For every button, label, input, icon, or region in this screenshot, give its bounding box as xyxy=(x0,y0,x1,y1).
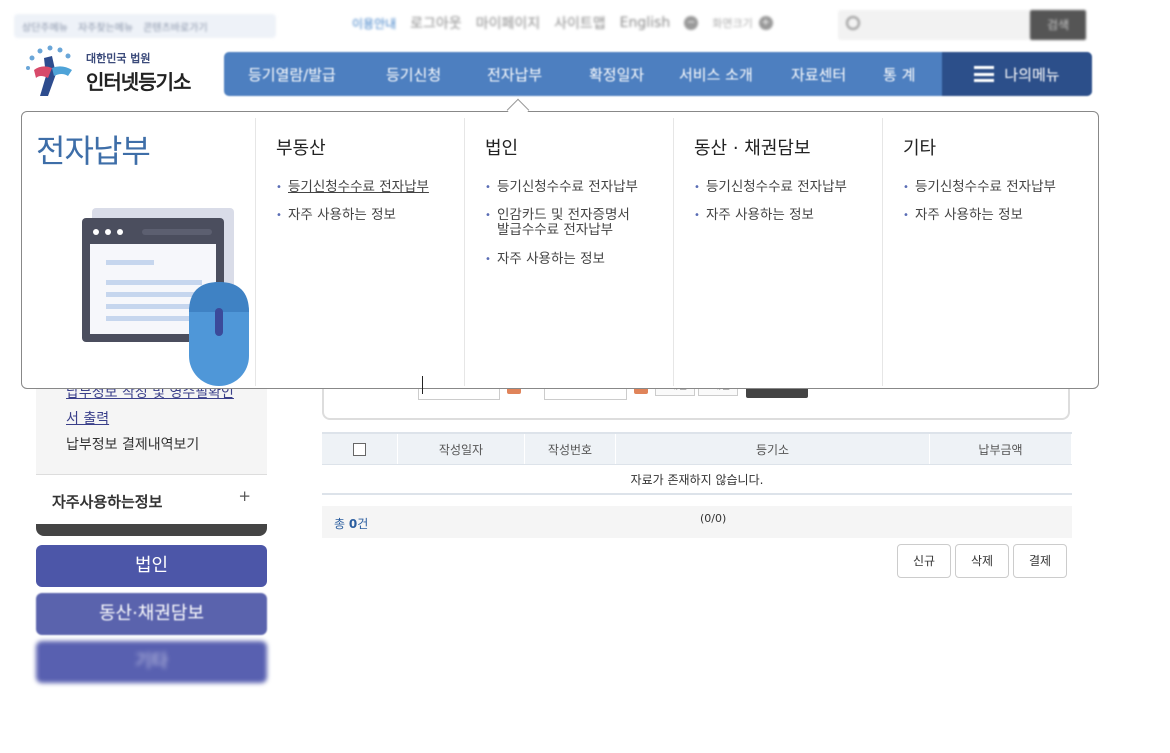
menu-item-other-fee-payment[interactable]: 등기신청수수료 전자납부 xyxy=(903,179,1056,196)
delete-button[interactable]: 삭제 xyxy=(955,544,1009,578)
zoom-label: 화면크기 xyxy=(712,17,753,30)
sidebar-link-payment-history[interactable]: 납부정보 결제내역보기 xyxy=(66,434,199,454)
menu-item-movable-faq[interactable]: 자주 사용하는 정보 xyxy=(694,207,814,224)
menu-item-corporation-fee-payment[interactable]: 등기신청수수료 전자납부 xyxy=(485,179,638,196)
text-cursor xyxy=(422,376,423,394)
skip-links: 상단주메뉴 자주찾는메뉴 콘텐츠바로가기 xyxy=(14,14,276,38)
search-button[interactable]: 검색 xyxy=(1030,10,1086,40)
util-link-logout[interactable]: 로그아웃 xyxy=(410,13,462,33)
sidebar-button-movable-property[interactable]: 동산·채권담보 xyxy=(36,593,267,635)
column-heading-real-estate: 부동산 xyxy=(276,138,326,159)
sidebar-favorites-label: 자주사용하는정보 xyxy=(52,493,163,511)
menu-item-label: 자주 사용하는 정보 xyxy=(915,207,1023,223)
menu-item-corporation-faq[interactable]: 자주 사용하는 정보 xyxy=(485,251,605,268)
nav-item-registration[interactable]: 등기신청 xyxy=(386,64,441,85)
menu-item-other-faq[interactable]: 자주 사용하는 정보 xyxy=(903,207,1023,224)
sidebar-button-other[interactable]: 기타 xyxy=(36,641,267,683)
nav-item-fixed-date[interactable]: 확정일자 xyxy=(589,64,644,85)
menu-item-label: 등기신청수수료 전자납부 xyxy=(497,179,638,195)
paging-info: (0/0) xyxy=(700,512,727,525)
menu-item-label: 자주 사용하는 정보 xyxy=(706,207,814,223)
sidebar-favorites[interactable]: 자주사용하는정보 + xyxy=(36,474,267,524)
zoom-in-icon[interactable]: + xyxy=(758,16,773,30)
skip-link-content[interactable]: 콘텐츠바로가기 xyxy=(143,19,207,34)
nav-item-view-issue[interactable]: 등기열람/발급 xyxy=(248,64,336,85)
logo-subtitle: 대한민국 법원 xyxy=(86,52,151,65)
new-button[interactable]: 신규 xyxy=(897,544,951,578)
menu-item-real-estate-faq[interactable]: 자주 사용하는 정보 xyxy=(276,207,396,224)
nav-item-e-payment[interactable]: 전자납부 xyxy=(487,64,542,85)
column-heading-movable-property: 동산 · 채권담보 xyxy=(694,138,811,159)
column-heading-corporation: 법인 xyxy=(485,138,519,159)
column-header-amount[interactable]: 납부금액 xyxy=(930,434,1072,464)
menu-item-label: 자주 사용하는 정보 xyxy=(288,207,396,223)
total-prefix: 총 xyxy=(334,517,349,531)
my-menu-label: 나의메뉴 xyxy=(1004,65,1060,84)
menu-item-real-estate-fee-payment[interactable]: 등기신청수수료 전자납부 xyxy=(276,179,429,196)
search-icon xyxy=(846,16,860,30)
sidebar-divider xyxy=(36,524,267,536)
menu-item-label-line2: 발급수수료 전자납부 xyxy=(497,222,614,238)
pay-button[interactable]: 결제 xyxy=(1013,544,1067,578)
column-heading-other: 기타 xyxy=(903,138,937,159)
total-suffix: 건 xyxy=(357,517,369,531)
table-empty-row: 자료가 존재하지 않습니다. xyxy=(322,465,1072,495)
table-summary: 총 0건 (0/0) xyxy=(322,506,1072,538)
total-number: 0 xyxy=(348,517,358,531)
skip-link-top-menu[interactable]: 상단주메뉴 xyxy=(22,19,68,34)
sidebar-button-corporation[interactable]: 법인 xyxy=(36,545,267,587)
util-link-mypage[interactable]: 마이페이지 xyxy=(476,13,540,33)
sidebar-link-print[interactable]: 서 출력 xyxy=(66,408,109,428)
menu-item-seal-card-fee-payment[interactable]: 인감카드 및 전자증명서발급수수료 전자납부 xyxy=(485,208,630,238)
logo-title: 인터넷등기소 xyxy=(86,70,191,94)
court-logo-icon xyxy=(26,45,72,96)
site-logo[interactable]: 대한민국 법원 인터넷등기소 xyxy=(22,44,212,100)
menu-item-label: 등기신청수수료 전자납부 xyxy=(915,179,1056,195)
menu-item-label: 등기신청수수료 전자납부 xyxy=(288,179,429,195)
dropdown-column-corporation: 법인 등기신청수수료 전자납부 인감카드 및 전자증명서발급수수료 전자납부 자… xyxy=(464,118,673,386)
dropdown-title: 전자납부 xyxy=(36,132,151,170)
select-all-checkbox[interactable] xyxy=(353,442,366,456)
menu-item-label: 등기신청수수료 전자납부 xyxy=(706,179,847,195)
zoom-out-icon[interactable]: − xyxy=(684,16,699,30)
util-link-guide[interactable]: 이용안내 xyxy=(352,15,396,32)
total-count: 총 0건 xyxy=(334,515,368,532)
menu-item-label: 자주 사용하는 정보 xyxy=(497,251,605,267)
nav-item-service-intro[interactable]: 서비스 소개 xyxy=(679,64,753,85)
menu-item-movable-fee-payment[interactable]: 등기신청수수료 전자납부 xyxy=(694,179,847,196)
my-menu-button[interactable]: 나의메뉴 xyxy=(942,52,1092,96)
hamburger-icon xyxy=(974,66,995,82)
column-header-number[interactable]: 작성번호 xyxy=(525,434,616,464)
plus-icon[interactable]: + xyxy=(238,487,251,505)
dropdown-column-other: 기타 등기신청수수료 전자납부 자주 사용하는 정보 xyxy=(882,118,1096,386)
select-all-cell xyxy=(322,434,398,464)
payment-illustration xyxy=(82,208,249,386)
dropdown-column-movable-property: 동산 · 채권담보 등기신청수수료 전자납부 자주 사용하는 정보 xyxy=(673,118,882,386)
nav-item-data-center[interactable]: 자료센터 xyxy=(791,64,846,85)
util-link-sitemap[interactable]: 사이트맵 xyxy=(554,13,606,33)
e-payment-dropdown: 전자납부 부동산 등기신청수수료 전자납부 자주 사용하는 정보 법인 등기신청… xyxy=(21,111,1099,389)
search-input[interactable] xyxy=(838,10,1030,40)
column-header-registry[interactable]: 등기소 xyxy=(616,434,930,464)
menu-item-label: 인감카드 및 전자증명서 xyxy=(497,207,630,223)
dropdown-column-real-estate: 부동산 등기신청수수료 전자납부 자주 사용하는 정보 xyxy=(255,118,464,386)
skip-link-frequent-menu[interactable]: 자주찾는메뉴 xyxy=(78,19,133,34)
main-navigation: 등기열람/발급 등기신청 전자납부 확정일자 서비스 소개 자료센터 통 계 나… xyxy=(224,52,1092,96)
search-box: 검색 xyxy=(838,10,1086,40)
payment-table: 작성일자 작성번호 등기소 납부금액 자료가 존재하지 않습니다. xyxy=(322,432,1072,495)
util-link-english[interactable]: English xyxy=(620,15,671,31)
table-header: 작성일자 작성번호 등기소 납부금액 xyxy=(322,434,1072,465)
column-header-date[interactable]: 작성일자 xyxy=(398,434,525,464)
nav-item-statistics[interactable]: 통 계 xyxy=(883,64,915,85)
